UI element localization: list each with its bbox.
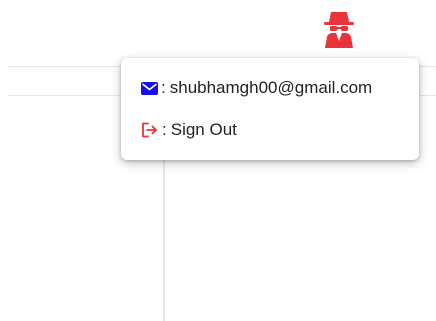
sign-out-button[interactable]: : Sign Out	[141, 120, 237, 140]
spy-avatar-icon[interactable]	[318, 8, 360, 50]
envelope-icon	[141, 81, 158, 95]
sign-out-icon	[141, 122, 159, 138]
signout-separator: :	[162, 120, 167, 139]
email-separator: :	[161, 78, 166, 97]
email-menu-item[interactable]: : shubhamgh00@gmail.com	[141, 78, 372, 98]
sign-out-label: Sign Out	[170, 120, 237, 139]
account-dropdown-menu: : shubhamgh00@gmail.com : Sign Out	[121, 58, 419, 160]
user-email: shubhamgh00@gmail.com	[169, 78, 373, 97]
